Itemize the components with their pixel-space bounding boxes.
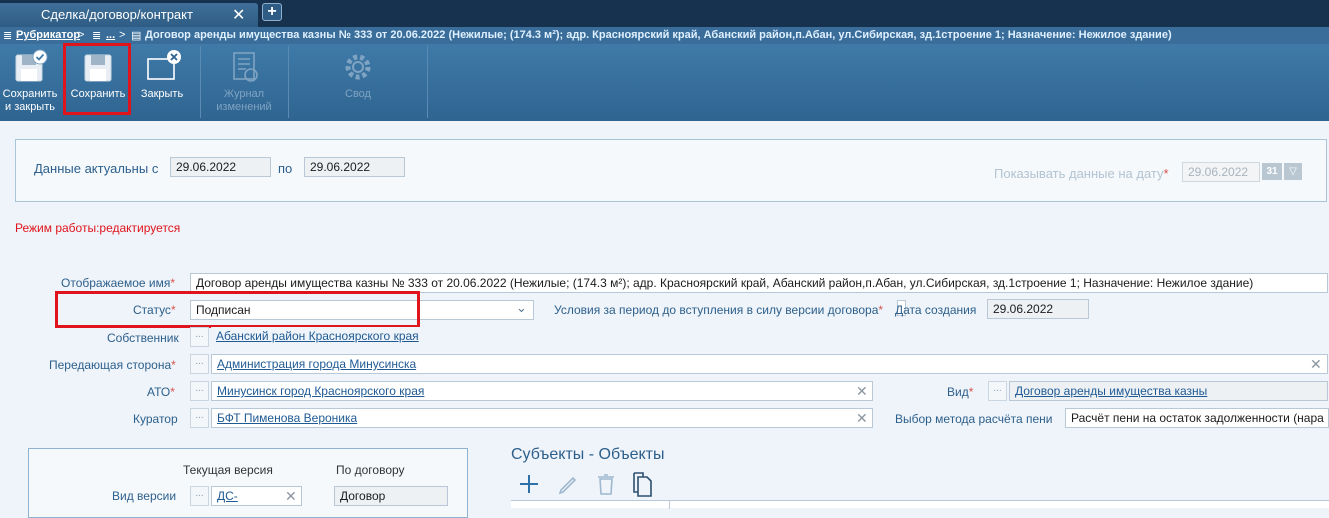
ribbon-divider <box>427 46 428 118</box>
ato-picker-button[interactable]: ... <box>190 381 209 401</box>
clear-icon[interactable]: ✕ <box>1310 357 1322 371</box>
display-name-field[interactable]: Договор аренды имущества казны № 333 от … <box>190 273 1328 293</box>
chevron-down-icon[interactable]: ▽ <box>1284 163 1302 180</box>
edit-pencil-icon[interactable] <box>556 472 578 496</box>
copy-icon[interactable] <box>631 472 655 498</box>
actual-from-field[interactable]: 29.06.2022 <box>170 157 271 177</box>
owner-label: Собственник <box>107 331 179 345</box>
calendar-icon[interactable]: 31 <box>1262 163 1282 180</box>
tab-deal-contract[interactable]: Сделка/договор/контракт ✕ <box>0 3 258 27</box>
version-kind-link[interactable]: ДС- <box>217 489 238 503</box>
gear-wrench-icon <box>345 54 371 80</box>
ribbon-divider <box>200 46 201 118</box>
edit-mode-status: Режим работы:редактируется <box>15 221 181 235</box>
save-highlight-box <box>63 43 131 115</box>
ribbon-divider <box>288 46 289 118</box>
curator-field[interactable]: БФТ Пименова Вероника <box>211 408 873 428</box>
curator-picker-button[interactable]: ... <box>190 408 209 428</box>
summary-button[interactable]: Свод <box>318 44 398 121</box>
owner-picker-button[interactable]: ... <box>190 327 209 347</box>
actual-to-field[interactable]: 29.06.2022 <box>304 157 405 177</box>
status-highlight-box <box>55 291 420 328</box>
display-name-label: Отображаемое имя* <box>61 276 176 290</box>
version-picker-button[interactable]: ... <box>190 486 209 506</box>
curator-label: Куратор <box>133 412 178 426</box>
summary-label: Свод <box>345 88 371 100</box>
save-close-label-2: и закрыть <box>5 101 55 113</box>
actual-to-label: по <box>278 161 293 176</box>
journal-label-1: Журнал <box>223 88 265 100</box>
save-and-close-button[interactable]: Сохранить и закрыть <box>0 44 60 121</box>
current-version-label: Текущая версия <box>183 463 273 477</box>
kind-field: Договор аренды имущества казны <box>1009 381 1328 401</box>
kind-label: Вид* <box>947 385 974 399</box>
grid-column-divider <box>669 501 670 509</box>
created-date-label: Дата создания <box>895 303 977 317</box>
add-tab-button[interactable]: + <box>262 3 282 21</box>
clear-icon[interactable]: ✕ <box>856 384 868 398</box>
curator-link[interactable]: БФТ Пименова Вероника <box>217 411 357 425</box>
close-label: Закрыть <box>140 88 184 100</box>
ato-field[interactable]: Минусинск город Красноярского края <box>211 381 873 401</box>
breadcrumb-ellipsis-link[interactable]: ... <box>106 29 115 41</box>
clear-icon[interactable]: ✕ <box>856 411 868 425</box>
subjects-objects-grid <box>511 500 1329 509</box>
breadcrumb-document: Договор аренды имущества казны № 333 от … <box>145 29 1172 41</box>
subjects-objects-title: Субъекты - Объекты <box>511 446 665 463</box>
actual-data-panel: Данные актуальны с 29.06.2022 по 29.06.2… <box>15 139 1327 202</box>
tab-bar: Сделка/договор/контракт ✕ + <box>0 0 1329 27</box>
penalty-method-label: Выбор метода расчёта пени <box>895 412 1053 426</box>
save-close-icon <box>15 49 48 82</box>
tab-title: Сделка/договор/контракт <box>41 7 193 22</box>
clear-icon[interactable]: ✕ <box>285 489 297 503</box>
close-window-icon <box>147 50 181 80</box>
by-contract-label: По договору <box>336 463 405 477</box>
ribbon-toolbar: Сохранить и закрыть Сохранить Закрыть Жур… <box>0 44 1329 121</box>
document-icon: ▤ <box>131 30 142 42</box>
show-date-label: Показывать данные на дату* <box>994 166 1169 181</box>
actual-from-label: Данные актуальны с <box>34 161 159 176</box>
kind-picker-button[interactable]: ... <box>988 381 1007 401</box>
created-date-field: 29.06.2022 <box>987 299 1089 319</box>
conditions-label: Условия за период до вступления в силу в… <box>554 303 884 317</box>
owner-field: Абанский район Красноярского края <box>211 327 1329 347</box>
list-icon: ≣ <box>3 30 13 42</box>
delete-trash-icon[interactable] <box>595 472 617 496</box>
chevron-down-icon[interactable]: ⌄ <box>516 300 527 316</box>
add-icon[interactable] <box>518 472 540 496</box>
transfer-party-link[interactable]: Администрация города Минусинска <box>217 357 416 371</box>
owner-link[interactable]: Абанский район Красноярского края <box>216 329 419 343</box>
journal-icon <box>233 52 258 82</box>
ato-label: АТО* <box>147 385 175 399</box>
tab-close-icon[interactable]: ✕ <box>232 5 245 25</box>
by-contract-field: Договор <box>334 486 448 506</box>
journal-label-2: изменений <box>216 101 272 113</box>
kind-link[interactable]: Договор аренды имущества казны <box>1015 384 1207 398</box>
breadcrumb: ≣ Рубрикатор > ≣ ... > ▤ Договор аренды … <box>0 27 1329 44</box>
breadcrumb-separator: > <box>78 29 85 41</box>
breadcrumb-separator: > <box>119 29 126 41</box>
penalty-method-select[interactable]: Расчёт пени на остаток задолженности (на… <box>1065 408 1329 428</box>
ato-link[interactable]: Минусинск город Красноярского края <box>217 384 424 398</box>
version-kind-label: Вид версии <box>112 489 177 503</box>
list-icon: ≣ <box>92 30 102 42</box>
close-button[interactable]: Закрыть <box>134 44 190 121</box>
show-date-field[interactable]: 29.06.2022 <box>1182 162 1260 182</box>
transfer-party-field[interactable]: Администрация города Минусинска <box>211 354 1328 374</box>
version-panel: Текущая версия По договору Вид версии ..… <box>28 448 468 518</box>
breadcrumb-rubricator-link[interactable]: Рубрикатор <box>16 29 80 41</box>
transfer-party-label: Передающая сторона* <box>49 358 176 372</box>
change-journal-button[interactable]: Журнал изменений <box>204 44 284 121</box>
transfer-party-picker-button[interactable]: ... <box>190 354 209 374</box>
save-close-label-1: Сохранить <box>2 88 58 100</box>
